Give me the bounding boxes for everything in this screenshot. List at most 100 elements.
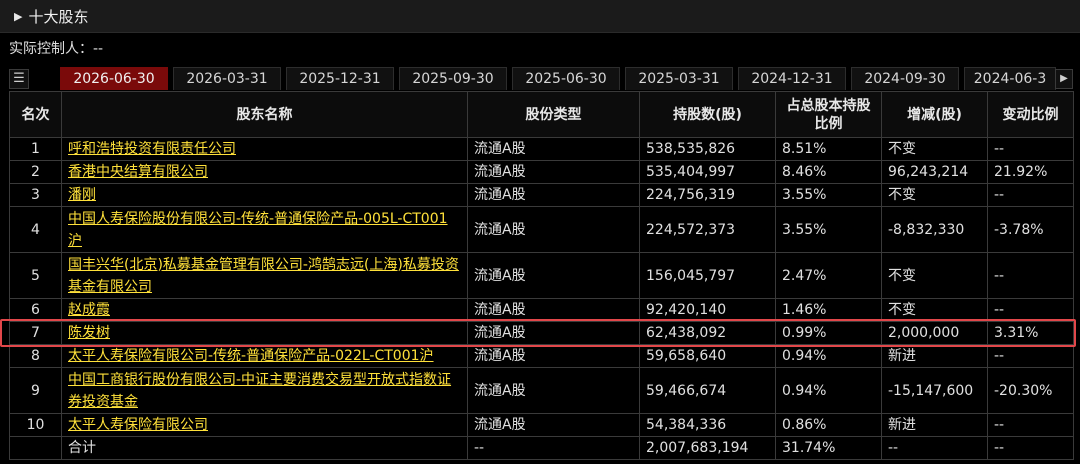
top-ten-holders-table: 名次 股东名称 股份类型 持股数(股) 占总股本持股比例 增减(股) 变动比例 …	[9, 91, 1074, 460]
section-header[interactable]: ▶ 十大股东	[0, 0, 1080, 33]
tab-period[interactable]: 2024-06-3	[964, 67, 1056, 90]
tab-period[interactable]: 2024-09-30	[851, 67, 959, 90]
header-type[interactable]: 股份类型	[467, 91, 640, 138]
change-pct-cell: -20.30%	[987, 367, 1074, 414]
holder-name-link[interactable]: 潘刚	[68, 187, 96, 203]
tab-period[interactable]: 2026-06-30	[60, 67, 168, 90]
table-row: 10 太平人寿保险有限公司 流通A股 54,384,336 0.86% 新进 --	[9, 413, 1074, 437]
ratio-cell: 2.47%	[775, 252, 882, 299]
change-cell: 2,000,000	[881, 321, 988, 345]
rank-cell: 1	[9, 137, 62, 161]
ratio-cell: 0.94%	[775, 367, 882, 414]
holder-name-cell: 中国工商银行股份有限公司-中证主要消费交易型开放式指数证券投资基金	[61, 367, 468, 414]
share-type-cell: 流通A股	[467, 252, 640, 299]
table-row: 2 香港中央结算有限公司 流通A股 535,404,997 8.46% 96,243,21…	[9, 160, 1074, 184]
share-type-cell: 流通A股	[467, 298, 640, 322]
share-type-cell: 流通A股	[467, 206, 640, 253]
holder-name-link[interactable]: 赵成霞	[68, 302, 110, 318]
rank-cell: 9	[9, 367, 62, 414]
tab-period[interactable]: 2026-03-31	[173, 67, 281, 90]
list-icon[interactable]: ☰	[9, 69, 29, 89]
header-name[interactable]: 股东名称	[61, 91, 468, 138]
change-cell: 新进	[881, 413, 988, 437]
table-row: 5 国丰兴华(北京)私募基金管理有限公司-鸿鹄志远(上海)私募投资基金有限公司 流通…	[9, 252, 1074, 299]
holder-name-link[interactable]: 陈发树	[68, 325, 110, 341]
rank-cell: 7	[9, 321, 62, 345]
shares-cell: 535,404,997	[639, 160, 776, 184]
change-pct-cell: --	[987, 252, 1074, 299]
change-cell: 新进	[881, 344, 988, 368]
total-row: 合计 -- 2,007,683,194 31.74% -- --	[9, 436, 1074, 460]
table-row: 8 太平人寿保险有限公司-传统-普通保险产品-022L-CT001沪 流通A股 59,…	[9, 344, 1074, 368]
change-pct-cell: --	[987, 413, 1074, 437]
shares-cell: 54,384,336	[639, 413, 776, 437]
holder-name-link[interactable]: 中国工商银行股份有限公司-中证主要消费交易型开放式指数证券投资基金	[68, 372, 451, 410]
shares-cell: 156,045,797	[639, 252, 776, 299]
header-change-pct[interactable]: 变动比例	[987, 91, 1074, 138]
holder-name-cell: 香港中央结算有限公司	[61, 160, 468, 184]
shares-cell: 62,438,092	[639, 321, 776, 345]
tab-period[interactable]: 2024-12-31	[738, 67, 846, 90]
rank-cell: 6	[9, 298, 62, 322]
ratio-cell: 0.86%	[775, 413, 882, 437]
triangle-right-icon[interactable]: ▶	[14, 10, 22, 23]
ratio-cell: 0.94%	[775, 344, 882, 368]
tab-period[interactable]: 2025-12-31	[286, 67, 394, 90]
total-shares: 2,007,683,194	[639, 436, 776, 460]
holder-name-cell: 国丰兴华(北京)私募基金管理有限公司-鸿鹄志远(上海)私募投资基金有限公司	[61, 252, 468, 299]
share-type-cell: 流通A股	[467, 137, 640, 161]
total-type: --	[467, 436, 640, 460]
tab-period[interactable]: 2025-03-31	[625, 67, 733, 90]
holder-name-cell: 赵成霞	[61, 298, 468, 322]
holder-name-link[interactable]: 香港中央结算有限公司	[68, 164, 208, 180]
table-row: 1 呼和浩特投资有限责任公司 流通A股 538,535,826 8.51% 不变 --	[9, 137, 1074, 161]
holder-name-link[interactable]: 太平人寿保险有限公司-传统-普通保险产品-022L-CT001沪	[68, 348, 434, 364]
chevron-right-icon[interactable]: ▶	[1055, 69, 1073, 89]
table-row: 4 中国人寿保险股份有限公司-传统-普通保险产品-005L-CT001沪 流通A股 2…	[9, 206, 1074, 253]
total-rank-cell	[9, 436, 62, 460]
header-ratio[interactable]: 占总股本持股比例	[775, 91, 882, 138]
holder-name-cell: 潘刚	[61, 183, 468, 207]
change-cell: 不变	[881, 137, 988, 161]
holder-name-link[interactable]: 呼和浩特投资有限责任公司	[68, 141, 236, 157]
tab-period[interactable]: 2025-09-30	[399, 67, 507, 90]
rank-cell: 5	[9, 252, 62, 299]
change-cell: -15,147,600	[881, 367, 988, 414]
shares-cell: 224,756,319	[639, 183, 776, 207]
change-pct-cell: --	[987, 298, 1074, 322]
holder-name-link[interactable]: 太平人寿保险有限公司	[68, 417, 208, 433]
holder-name-link[interactable]: 国丰兴华(北京)私募基金管理有限公司-鸿鹄志远(上海)私募投资基金有限公司	[68, 257, 459, 295]
rank-cell: 8	[9, 344, 62, 368]
shares-cell: 538,535,826	[639, 137, 776, 161]
ratio-cell: 3.55%	[775, 183, 882, 207]
table-row: 7 陈发树 流通A股 62,438,092 0.99% 2,000,000 3.31%	[9, 321, 1074, 345]
tab-period[interactable]: 2025-06-30	[512, 67, 620, 90]
period-tabs: ☰ 2026-06-30 2026-03-31 2025-12-31 2025-09-…	[0, 66, 1080, 91]
total-label: 合计	[61, 436, 468, 460]
actual-controller: 实际控制人：--	[9, 41, 104, 57]
header-change[interactable]: 增减(股)	[881, 91, 988, 138]
change-pct-cell: --	[987, 137, 1074, 161]
share-type-cell: 流通A股	[467, 344, 640, 368]
header-shares[interactable]: 持股数(股)	[639, 91, 776, 138]
total-change-pct: --	[987, 436, 1074, 460]
header-rank[interactable]: 名次	[9, 91, 62, 138]
holder-name-cell: 呼和浩特投资有限责任公司	[61, 137, 468, 161]
change-pct-cell: 3.31%	[987, 321, 1074, 345]
change-cell: 不变	[881, 252, 988, 299]
share-type-cell: 流通A股	[467, 160, 640, 184]
table-row: 3 潘刚 流通A股 224,756,319 3.55% 不变 --	[9, 183, 1074, 207]
ratio-cell: 3.55%	[775, 206, 882, 253]
total-change: --	[881, 436, 988, 460]
share-type-cell: 流通A股	[467, 321, 640, 345]
change-pct-cell: --	[987, 183, 1074, 207]
ratio-cell: 8.46%	[775, 160, 882, 184]
ratio-cell: 0.99%	[775, 321, 882, 345]
shares-cell: 92,420,140	[639, 298, 776, 322]
holder-name-cell: 中国人寿保险股份有限公司-传统-普通保险产品-005L-CT001沪	[61, 206, 468, 253]
holder-name-cell: 太平人寿保险有限公司	[61, 413, 468, 437]
section-title: 十大股东	[28, 7, 89, 26]
holder-name-link[interactable]: 中国人寿保险股份有限公司-传统-普通保险产品-005L-CT001沪	[68, 211, 448, 249]
holder-name-cell: 太平人寿保险有限公司-传统-普通保险产品-022L-CT001沪	[61, 344, 468, 368]
ratio-cell: 1.46%	[775, 298, 882, 322]
